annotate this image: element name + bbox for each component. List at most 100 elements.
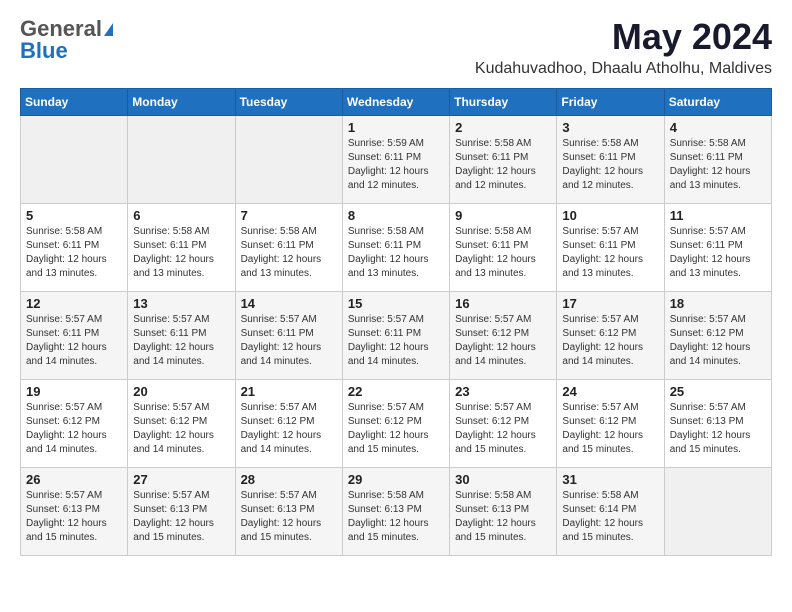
day-cell xyxy=(128,116,235,204)
day-info: Sunrise: 5:57 AM Sunset: 6:13 PM Dayligh… xyxy=(26,489,122,545)
day-number: 14 xyxy=(241,296,337,311)
day-number: 8 xyxy=(348,208,444,223)
day-info: Sunrise: 5:58 AM Sunset: 6:11 PM Dayligh… xyxy=(241,225,337,281)
day-number: 4 xyxy=(670,120,766,135)
day-header-tuesday: Tuesday xyxy=(235,89,342,116)
day-info: Sunrise: 5:57 AM Sunset: 6:12 PM Dayligh… xyxy=(562,401,658,457)
day-number: 25 xyxy=(670,384,766,399)
day-cell: 3 Sunrise: 5:58 AM Sunset: 6:11 PM Daylig… xyxy=(557,116,664,204)
day-info: Sunrise: 5:57 AM Sunset: 6:11 PM Dayligh… xyxy=(26,313,122,369)
day-cell: 27 Sunrise: 5:57 AM Sunset: 6:13 PM Dayli… xyxy=(128,468,235,556)
day-cell: 17Sunrise: 5:57 AM Sunset: 6:12 PM Dayli… xyxy=(557,292,664,380)
day-info: Sunrise: 5:58 AM Sunset: 6:11 PM Dayligh… xyxy=(455,225,551,281)
day-number: 31 xyxy=(562,472,658,487)
day-number: 16 xyxy=(455,296,551,311)
day-number: 29 xyxy=(348,472,444,487)
day-cell: 11 Sunrise: 5:57 AM Sunset: 6:11 PM Dayli… xyxy=(664,204,771,292)
day-header-thursday: Thursday xyxy=(450,89,557,116)
day-info: Sunrise: 5:58 AM Sunset: 6:11 PM Dayligh… xyxy=(562,137,658,193)
day-cell: 16 Sunrise: 5:57 AM Sunset: 6:12 PM Dayli… xyxy=(450,292,557,380)
day-info: Sunrise: 5:57 AM Sunset: 6:11 PM Dayligh… xyxy=(562,225,658,281)
day-info: Sunrise: 5:57 AM Sunset: 6:11 PM Dayligh… xyxy=(348,313,444,369)
day-info: Sunrise: 5:58 AM Sunset: 6:13 PM Dayligh… xyxy=(348,489,444,545)
day-cell: 20 Sunrise: 5:57 AM Sunset: 6:12 PM Dayli… xyxy=(128,380,235,468)
day-cell: 7 Sunrise: 5:58 AM Sunset: 6:11 PM Daylig… xyxy=(235,204,342,292)
month-title: May 2024 xyxy=(475,16,772,58)
day-info: Sunrise: 5:58 AM Sunset: 6:11 PM Dayligh… xyxy=(455,137,551,193)
day-number: 12 xyxy=(26,296,122,311)
day-number: 26 xyxy=(26,472,122,487)
day-cell: 28 Sunrise: 5:57 AM Sunset: 6:13 PM Dayli… xyxy=(235,468,342,556)
logo: General Blue xyxy=(20,16,113,64)
day-info: Sunrise: 5:58 AM Sunset: 6:11 PM Dayligh… xyxy=(133,225,229,281)
header-row: SundayMondayTuesdayWednesdayThursdayFrid… xyxy=(21,89,772,116)
week-row-4: 19 Sunrise: 5:57 AM Sunset: 6:12 PM Dayli… xyxy=(21,380,772,468)
day-cell: 21 Sunrise: 5:57 AM Sunset: 6:12 PM Dayli… xyxy=(235,380,342,468)
day-number: 3 xyxy=(562,120,658,135)
day-cell: 19 Sunrise: 5:57 AM Sunset: 6:12 PM Dayli… xyxy=(21,380,128,468)
day-cell: 30Sunrise: 5:58 AM Sunset: 6:13 PM Dayli… xyxy=(450,468,557,556)
week-row-1: 1Sunrise: 5:59 AM Sunset: 6:11 PM Daylig… xyxy=(21,116,772,204)
day-info: Sunrise: 5:57 AM Sunset: 6:13 PM Dayligh… xyxy=(241,489,337,545)
day-number: 13 xyxy=(133,296,229,311)
day-cell xyxy=(664,468,771,556)
day-cell: 23Sunrise: 5:57 AM Sunset: 6:12 PM Dayli… xyxy=(450,380,557,468)
day-number: 2 xyxy=(455,120,551,135)
day-cell xyxy=(21,116,128,204)
day-info: Sunrise: 5:57 AM Sunset: 6:12 PM Dayligh… xyxy=(348,401,444,457)
week-row-2: 5 Sunrise: 5:58 AM Sunset: 6:11 PM Daylig… xyxy=(21,204,772,292)
day-number: 15 xyxy=(348,296,444,311)
calendar-table: SundayMondayTuesdayWednesdayThursdayFrid… xyxy=(20,88,772,556)
day-number: 22 xyxy=(348,384,444,399)
day-cell: 14 Sunrise: 5:57 AM Sunset: 6:11 PM Dayli… xyxy=(235,292,342,380)
day-info: Sunrise: 5:57 AM Sunset: 6:12 PM Dayligh… xyxy=(133,401,229,457)
location-title: Kudahuvadhoo, Dhaalu Atholhu, Maldives xyxy=(475,60,772,78)
day-number: 19 xyxy=(26,384,122,399)
week-row-5: 26 Sunrise: 5:57 AM Sunset: 6:13 PM Dayli… xyxy=(21,468,772,556)
day-info: Sunrise: 5:57 AM Sunset: 6:13 PM Dayligh… xyxy=(133,489,229,545)
day-cell: 18 Sunrise: 5:57 AM Sunset: 6:12 PM Dayli… xyxy=(664,292,771,380)
day-cell: 25 Sunrise: 5:57 AM Sunset: 6:13 PM Dayli… xyxy=(664,380,771,468)
title-block: May 2024 Kudahuvadhoo, Dhaalu Atholhu, M… xyxy=(475,16,772,78)
day-number: 30 xyxy=(455,472,551,487)
day-info: Sunrise: 5:57 AM Sunset: 6:12 PM Dayligh… xyxy=(241,401,337,457)
day-cell: 13Sunrise: 5:57 AM Sunset: 6:11 PM Dayli… xyxy=(128,292,235,380)
day-header-sunday: Sunday xyxy=(21,89,128,116)
day-number: 27 xyxy=(133,472,229,487)
day-cell: 26 Sunrise: 5:57 AM Sunset: 6:13 PM Dayli… xyxy=(21,468,128,556)
day-info: Sunrise: 5:57 AM Sunset: 6:11 PM Dayligh… xyxy=(241,313,337,369)
day-info: Sunrise: 5:57 AM Sunset: 6:12 PM Dayligh… xyxy=(26,401,122,457)
day-number: 10 xyxy=(562,208,658,223)
day-info: Sunrise: 5:57 AM Sunset: 6:12 PM Dayligh… xyxy=(670,313,766,369)
day-cell: 2 Sunrise: 5:58 AM Sunset: 6:11 PM Daylig… xyxy=(450,116,557,204)
day-number: 11 xyxy=(670,208,766,223)
day-number: 20 xyxy=(133,384,229,399)
day-header-friday: Friday xyxy=(557,89,664,116)
day-info: Sunrise: 5:57 AM Sunset: 6:11 PM Dayligh… xyxy=(670,225,766,281)
day-cell: 12 Sunrise: 5:57 AM Sunset: 6:11 PM Dayli… xyxy=(21,292,128,380)
day-cell: 1Sunrise: 5:59 AM Sunset: 6:11 PM Daylig… xyxy=(342,116,449,204)
day-cell: 24Sunrise: 5:57 AM Sunset: 6:12 PM Dayli… xyxy=(557,380,664,468)
logo-blue-text: Blue xyxy=(20,38,68,64)
day-cell: 15 Sunrise: 5:57 AM Sunset: 6:11 PM Dayli… xyxy=(342,292,449,380)
day-cell: 29 Sunrise: 5:58 AM Sunset: 6:13 PM Dayli… xyxy=(342,468,449,556)
day-header-monday: Monday xyxy=(128,89,235,116)
day-info: Sunrise: 5:57 AM Sunset: 6:12 PM Dayligh… xyxy=(455,313,551,369)
day-number: 5 xyxy=(26,208,122,223)
day-number: 28 xyxy=(241,472,337,487)
day-number: 21 xyxy=(241,384,337,399)
day-info: Sunrise: 5:57 AM Sunset: 6:13 PM Dayligh… xyxy=(670,401,766,457)
day-cell: 4Sunrise: 5:58 AM Sunset: 6:11 PM Daylig… xyxy=(664,116,771,204)
day-number: 1 xyxy=(348,120,444,135)
day-cell: 5Sunrise: 5:58 AM Sunset: 6:11 PM Daylig… xyxy=(21,204,128,292)
day-number: 23 xyxy=(455,384,551,399)
header: General Blue May 2024 Kudahuvadhoo, Dhaa… xyxy=(20,16,772,78)
day-info: Sunrise: 5:58 AM Sunset: 6:11 PM Dayligh… xyxy=(348,225,444,281)
week-row-3: 12 Sunrise: 5:57 AM Sunset: 6:11 PM Dayli… xyxy=(21,292,772,380)
day-number: 7 xyxy=(241,208,337,223)
day-number: 18 xyxy=(670,296,766,311)
day-header-wednesday: Wednesday xyxy=(342,89,449,116)
day-number: 9 xyxy=(455,208,551,223)
day-cell: 8 Sunrise: 5:58 AM Sunset: 6:11 PM Daylig… xyxy=(342,204,449,292)
day-header-saturday: Saturday xyxy=(664,89,771,116)
